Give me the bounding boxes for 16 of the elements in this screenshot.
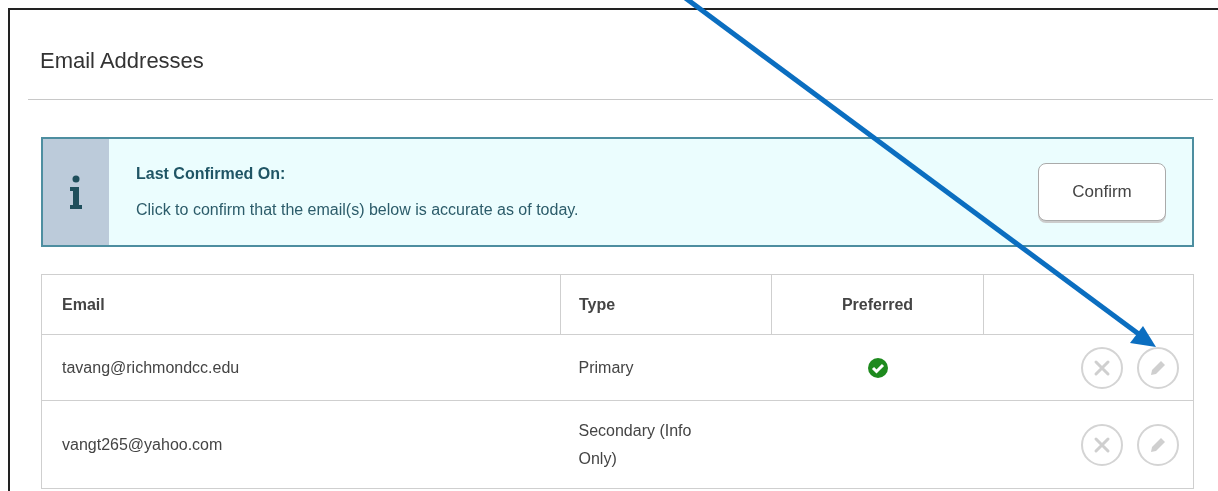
- column-header: Type: [560, 274, 772, 335]
- edit-icon[interactable]: [1137, 423, 1179, 466]
- notice-message: Click to confirm that the email(s) below is accurate as of today.: [136, 200, 580, 220]
- table-cell: Secondary (Info Only): [560, 400, 772, 489]
- column-header: Preferred: [771, 274, 984, 335]
- column-header: Email: [41, 274, 561, 335]
- table-cell: Primary: [560, 334, 772, 401]
- table-cell: tavang@richmondcc.edu: [41, 334, 561, 401]
- delete-icon[interactable]: [1081, 346, 1123, 389]
- info-icon: [69, 175, 83, 209]
- confirm-button[interactable]: Confirm: [1038, 163, 1166, 221]
- section-title: Email Addresses: [40, 47, 205, 75]
- notice-title: Last Confirmed On:: [136, 164, 287, 184]
- table-cell: vangt265@yahoo.com: [41, 400, 561, 489]
- edit-icon[interactable]: [1137, 346, 1179, 389]
- delete-icon[interactable]: [1081, 423, 1123, 466]
